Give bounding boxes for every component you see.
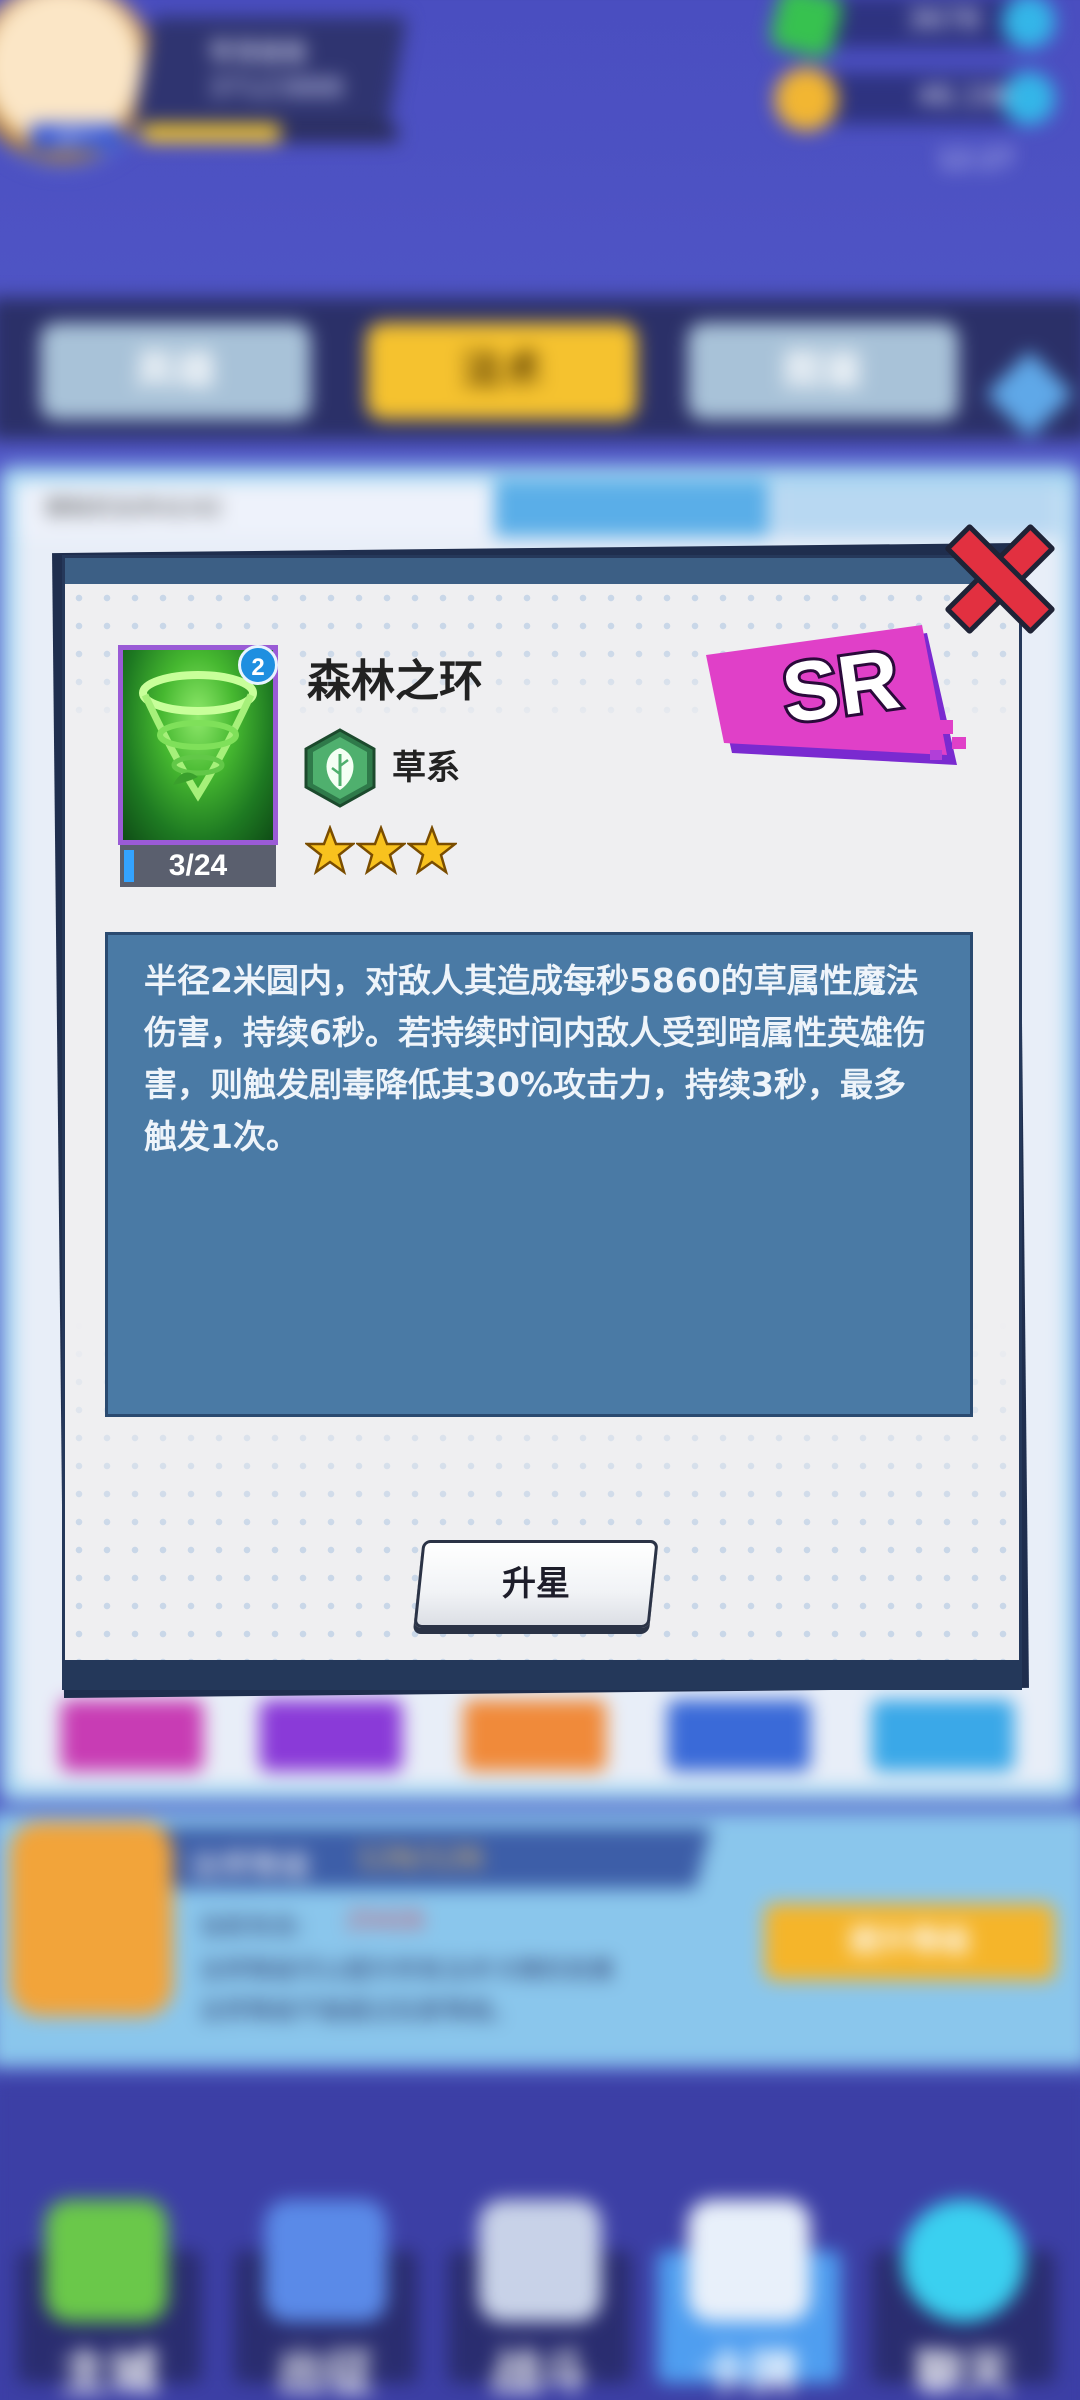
xp-bar-fill — [142, 123, 280, 143]
upgrade-star-button[interactable]: 升星 — [413, 1540, 659, 1628]
card-progress-fill — [124, 850, 134, 882]
rarity-badge: SR — [702, 615, 982, 790]
card-progress: 3/24 — [120, 845, 276, 887]
spell-card[interactable] — [871, 1699, 1015, 1772]
spell-count-header: 拥有的法术42/42 — [14, 480, 495, 537]
chat-bubble-icon — [902, 2199, 1025, 2322]
mage-level-title: 法师等级 — [188, 1848, 311, 1885]
spell-name: 森林之环 — [307, 656, 483, 707]
leaf-icon — [300, 728, 380, 808]
mage-level-desc-2: 法师等级不能超过玩家等级。 — [198, 1996, 517, 2026]
spell-card[interactable] — [60, 1699, 204, 1772]
star-icon — [303, 824, 357, 876]
vip-badge: VIP 7 — [30, 123, 122, 151]
filter-button-1[interactable] — [494, 480, 770, 537]
rarity-text: SR — [776, 631, 905, 740]
vine-ring-icon — [139, 671, 257, 802]
gem-amount: 3678 — [907, 2, 980, 37]
tab-spell[interactable]: 法术 — [366, 322, 637, 420]
castle-icon — [45, 2199, 168, 2322]
mage-level-value: 126/126 — [356, 1840, 484, 1877]
coin-amount: 46.1W — [917, 79, 1010, 113]
spell-description: 半径2米圆内，对敌人其造成每秒5860的草属性魔法伤害，持续6秒。若持续时间内敌… — [105, 932, 973, 1417]
card-level-badge: 2 — [238, 645, 278, 685]
power-label: 当前攻击: — [198, 1911, 305, 1941]
nav-battle[interactable]: 战斗 — [448, 2332, 632, 2400]
nav-chat[interactable]: 聊天 — [872, 2332, 1056, 2400]
nav-expedition[interactable]: 出征 — [234, 2332, 418, 2400]
nav-city[interactable]: 主城 — [18, 2332, 202, 2400]
coin-icon — [774, 67, 838, 132]
close-button[interactable] — [938, 520, 1046, 628]
gem-icon — [767, 0, 845, 61]
player-name: 零落猫猫 — [208, 38, 307, 67]
shield-icon — [264, 2199, 387, 2322]
clock: 12:27 — [937, 144, 1015, 175]
add-gems-button[interactable] — [1002, 0, 1056, 49]
dialog-bottom-edge — [62, 1660, 1022, 1690]
star-rating — [303, 824, 459, 879]
power-value: 25426 — [346, 1905, 425, 1935]
upgrade-star-label: 升星 — [502, 1564, 570, 1604]
player-id: 37123888 — [208, 72, 344, 104]
raise-level-button[interactable]: 提升等级 — [764, 1903, 1056, 1981]
element-label: 草系 — [392, 748, 460, 788]
add-coins-button[interactable] — [1002, 71, 1056, 125]
spell-card[interactable] — [667, 1699, 811, 1772]
crossed-swords-icon — [478, 2199, 602, 2322]
star-icon — [354, 824, 408, 876]
mage-level-desc-1: 法师等级可以提升所有法术卡牌的效果 — [198, 1955, 615, 1985]
card-icon — [687, 2199, 811, 2322]
dialog-header-strip — [65, 558, 1019, 584]
star-icon — [405, 824, 459, 876]
tab-hero[interactable]: 英雄 — [40, 322, 311, 420]
mage-badge-icon — [9, 1822, 173, 2016]
raise-level-label: 提升等级 — [848, 1924, 971, 1960]
nav-cards[interactable]: 卡牌 — [657, 2332, 841, 2400]
tab-book[interactable]: 图鉴 — [687, 322, 959, 420]
spell-card[interactable] — [463, 1699, 607, 1772]
spell-card[interactable] — [259, 1699, 403, 1772]
